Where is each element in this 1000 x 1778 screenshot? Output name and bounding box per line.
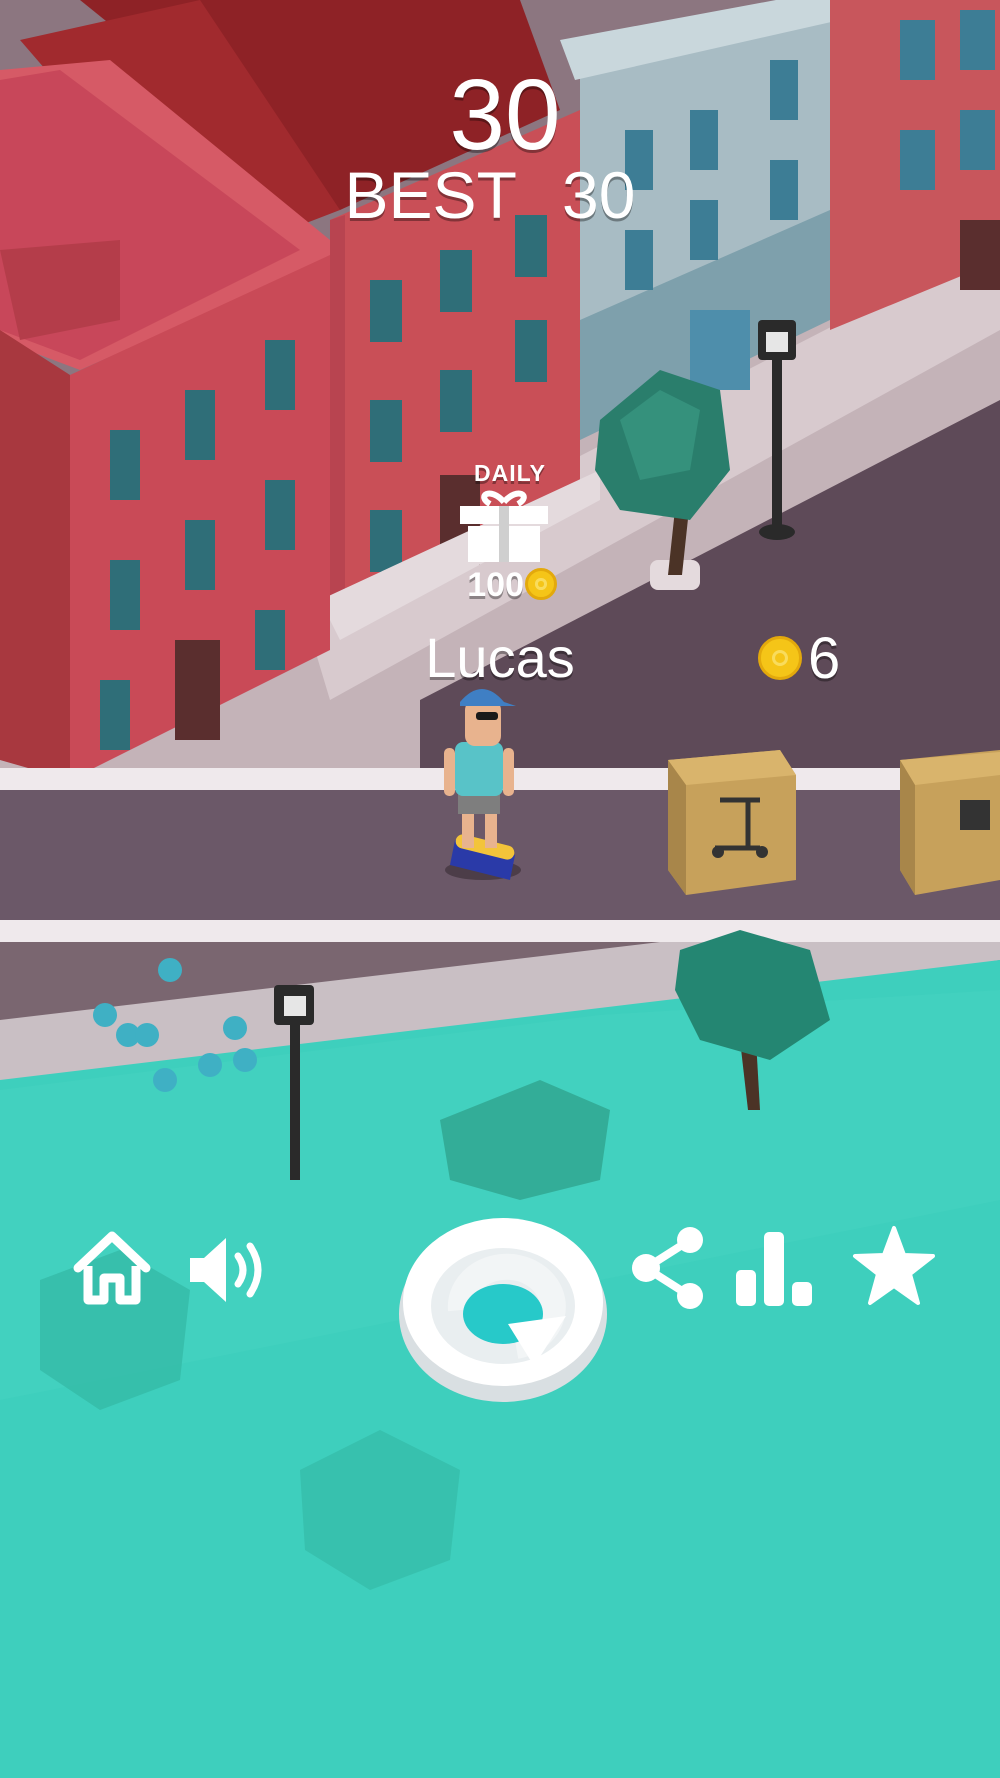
- leaderboard-icon[interactable]: [732, 1226, 818, 1310]
- coin-count: 6: [808, 626, 841, 691]
- replay-icon[interactable]: [396, 1206, 610, 1406]
- daily-amount: 100: [467, 566, 524, 604]
- best-score: BEST 30: [330, 158, 650, 232]
- score-value: 30: [449, 59, 561, 171]
- sound-icon[interactable]: [186, 1230, 270, 1310]
- box-skates: [900, 750, 1000, 895]
- daily-label[interactable]: DAILY: [460, 460, 560, 487]
- star-icon[interactable]: [852, 1224, 936, 1308]
- box-scooter: [668, 750, 796, 895]
- game-scene: [0, 0, 1000, 1778]
- home-icon[interactable]: [72, 1228, 152, 1308]
- coin-icon: [758, 636, 802, 680]
- coin-icon: [525, 568, 557, 600]
- gift-icon[interactable]: [456, 488, 552, 564]
- best-label: BEST: [344, 158, 516, 232]
- best-value: 30: [562, 158, 636, 232]
- player-name: Lucas: [425, 626, 575, 689]
- share-icon[interactable]: [628, 1226, 708, 1310]
- road-curb-bottom: [0, 920, 1000, 942]
- building-red-right: [830, 0, 1000, 330]
